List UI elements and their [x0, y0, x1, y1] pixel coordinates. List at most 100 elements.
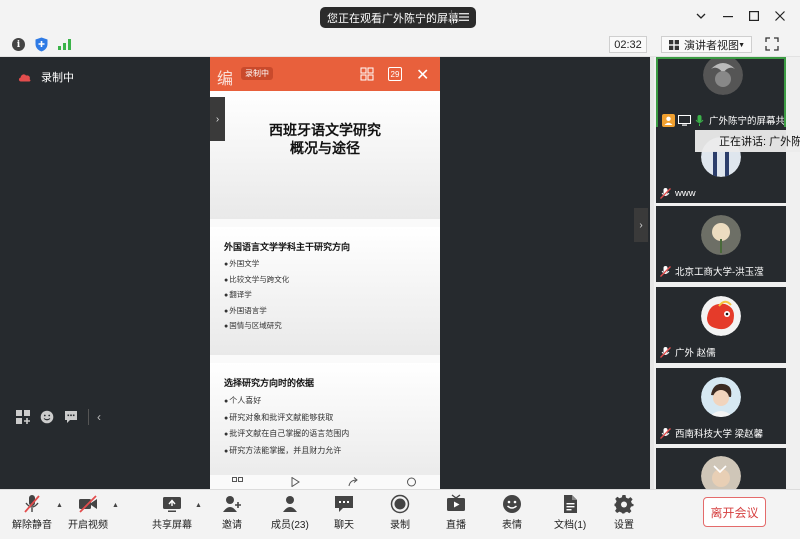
- meeting-toolbar: 解除静音 ▲ 开启视频 ▲ 共享屏幕 ▲ 邀请 成员(23) 聊天 录制 直播 …: [0, 489, 800, 539]
- members-button[interactable]: 成员(23): [271, 494, 309, 536]
- active-speaker-toast: 正在讲话: 广外陈宁: [695, 130, 800, 152]
- settings-label: 设置: [614, 520, 634, 531]
- slide-close-icon[interactable]: ✕: [416, 65, 429, 85]
- mic-muted-icon: [24, 495, 40, 513]
- leave-meeting-button[interactable]: 离开会议: [703, 497, 766, 527]
- avatar: [703, 59, 743, 95]
- slide-title-line-1: 西班牙语文学研究: [269, 122, 381, 138]
- info-icon[interactable]: i: [12, 38, 25, 51]
- avatar: [701, 377, 741, 417]
- participant-name: www: [675, 188, 696, 199]
- participant-name: 广外陈宁的屏幕共享: [709, 116, 786, 127]
- list-item: 研究方法能掌握，并且财力允许: [224, 443, 349, 460]
- share-screen-icon: [163, 497, 181, 512]
- panel-toggle-handle[interactable]: ›: [634, 208, 648, 242]
- thumbnails-icon[interactable]: [232, 477, 243, 487]
- page-number-badge[interactable]: 29: [388, 67, 402, 81]
- record-label: 录制: [390, 520, 410, 531]
- list-item: 外国语言学: [224, 304, 289, 320]
- participant-tile[interactable]: 广外 赵儒: [656, 287, 786, 363]
- bullet-list: 外国文学 比较文学与跨文化 翻译学 外国语言学 国情与区域研究: [224, 257, 289, 335]
- document-icon: [564, 495, 578, 513]
- mic-active-icon: [695, 114, 704, 126]
- avatar: [701, 296, 741, 336]
- minimize-icon[interactable]: [720, 8, 736, 24]
- participant-tile[interactable]: 广外陈宁的屏幕共享: [656, 57, 786, 133]
- play-icon[interactable]: [290, 477, 301, 487]
- share-options-caret[interactable]: ▲: [195, 502, 202, 509]
- participant-tile[interactable]: 西南科技大学 梁赵馨: [656, 368, 786, 444]
- close-icon[interactable]: [772, 8, 788, 24]
- shared-screen-stage: 录制中 ‹ 编 录制中 29 ✕ 西班牙语文学研究 概况与途径 外国语言文学学科…: [0, 57, 650, 489]
- edit-label: 编: [217, 71, 234, 88]
- mic-muted-icon: [660, 265, 671, 277]
- shared-slide: 编 录制中 29 ✕ 西班牙语文学研究 概况与途径 外国语言文学学科主干研究方向…: [210, 57, 440, 489]
- slide-title: 西班牙语文学研究 概况与途径: [210, 121, 440, 157]
- avatar: [701, 215, 741, 255]
- view-grid-icon: [669, 40, 679, 50]
- participant-name: 北京工商大学-洪玉滢: [675, 267, 764, 278]
- scroll-down-icon[interactable]: [713, 464, 727, 474]
- fullscreen-icon[interactable]: [765, 37, 779, 51]
- share-status-pill[interactable]: 您正在观看广外陈宁的屏幕: [320, 7, 476, 28]
- participant-name: 西南科技大学 梁赵馨: [675, 429, 764, 440]
- share-screen-button[interactable]: 共享屏幕: [152, 494, 192, 536]
- video-options-caret[interactable]: ▲: [112, 502, 119, 509]
- title-bar: 您正在观看广外陈宁的屏幕: [0, 0, 800, 32]
- view-mode-button[interactable]: 演讲者视图 ▼: [661, 36, 752, 53]
- list-item: 比较文学与跨文化: [224, 273, 289, 289]
- grid-view-icon[interactable]: [360, 67, 374, 81]
- chat-bubble-icon[interactable]: [64, 410, 78, 424]
- slide-page-directions: 外国语言文学学科主干研究方向 外国文学 比较文学与跨文化 翻译学 外国语言学 国…: [210, 227, 440, 355]
- slide-page-criteria: 选择研究方向时的依据 个人喜好 研究对象和批评文献能够获取 批评文献在自己掌握的…: [210, 363, 440, 489]
- collapse-left-icon[interactable]: ‹: [97, 410, 101, 424]
- list-item: 国情与区域研究: [224, 319, 289, 335]
- meeting-timer: 02:32: [609, 36, 647, 53]
- start-video-button[interactable]: 开启视频: [68, 494, 108, 536]
- reactions-button[interactable]: 表情: [502, 494, 522, 536]
- record-button[interactable]: 录制: [390, 494, 410, 536]
- slide-heading: 外国语言文学学科主干研究方向: [224, 242, 351, 252]
- participant-name: 广外 赵儒: [675, 348, 716, 359]
- documents-button[interactable]: 文档(1): [554, 494, 586, 536]
- reactions-label: 表情: [502, 520, 522, 531]
- caret-down-icon: ▼: [738, 42, 745, 49]
- invite-button[interactable]: 邀请: [222, 494, 242, 536]
- status-bar: i 02:32 演讲者视图 ▼: [0, 32, 800, 57]
- participant-panel: 广外陈宁的屏幕共享 www 北京工商大学-洪玉滢 广外 赵儒 西南科技大学 梁赵…: [654, 57, 800, 489]
- live-label: 直播: [446, 520, 466, 531]
- divider: [451, 10, 452, 25]
- list-icon[interactable]: [459, 12, 469, 22]
- live-button[interactable]: 直播: [446, 494, 466, 536]
- share-screen-label: 共享屏幕: [152, 520, 192, 531]
- more-icon[interactable]: [406, 477, 417, 487]
- divider: [88, 409, 89, 425]
- unmute-label: 解除静音: [12, 520, 52, 531]
- members-label: 成员(23): [271, 520, 309, 531]
- shield-icon[interactable]: [35, 37, 48, 52]
- dropdown-icon[interactable]: [693, 8, 709, 24]
- participant-label: 广外 赵儒: [660, 345, 716, 359]
- start-video-label: 开启视频: [68, 520, 108, 531]
- participant-label: 广外陈宁的屏幕共享: [662, 113, 786, 127]
- host-icon: [662, 113, 675, 127]
- invite-label: 邀请: [222, 520, 242, 531]
- participant-tile[interactable]: 北京工商大学-洪玉滢: [656, 206, 786, 282]
- slide-header-bar: 编 录制中 29 ✕: [210, 57, 440, 91]
- signal-icon[interactable]: [58, 38, 72, 50]
- audio-options-caret[interactable]: ▲: [56, 502, 63, 509]
- slide-collapse-handle[interactable]: ›: [210, 97, 225, 141]
- recording-label: 录制中: [41, 72, 74, 84]
- chat-button[interactable]: 聊天: [334, 494, 354, 536]
- layout-icon[interactable]: [16, 410, 30, 424]
- settings-button[interactable]: 设置: [614, 494, 634, 536]
- screen-share-icon: [678, 114, 691, 126]
- emoji-icon[interactable]: [40, 410, 54, 424]
- unmute-button[interactable]: 解除静音: [12, 494, 52, 536]
- list-item: 翻译学: [224, 288, 289, 304]
- mic-muted-icon: [660, 188, 671, 199]
- share-arrow-icon[interactable]: [348, 477, 359, 487]
- recording-indicator: 录制中: [18, 69, 74, 85]
- camera-off-icon: [79, 495, 97, 513]
- maximize-icon[interactable]: [746, 8, 762, 24]
